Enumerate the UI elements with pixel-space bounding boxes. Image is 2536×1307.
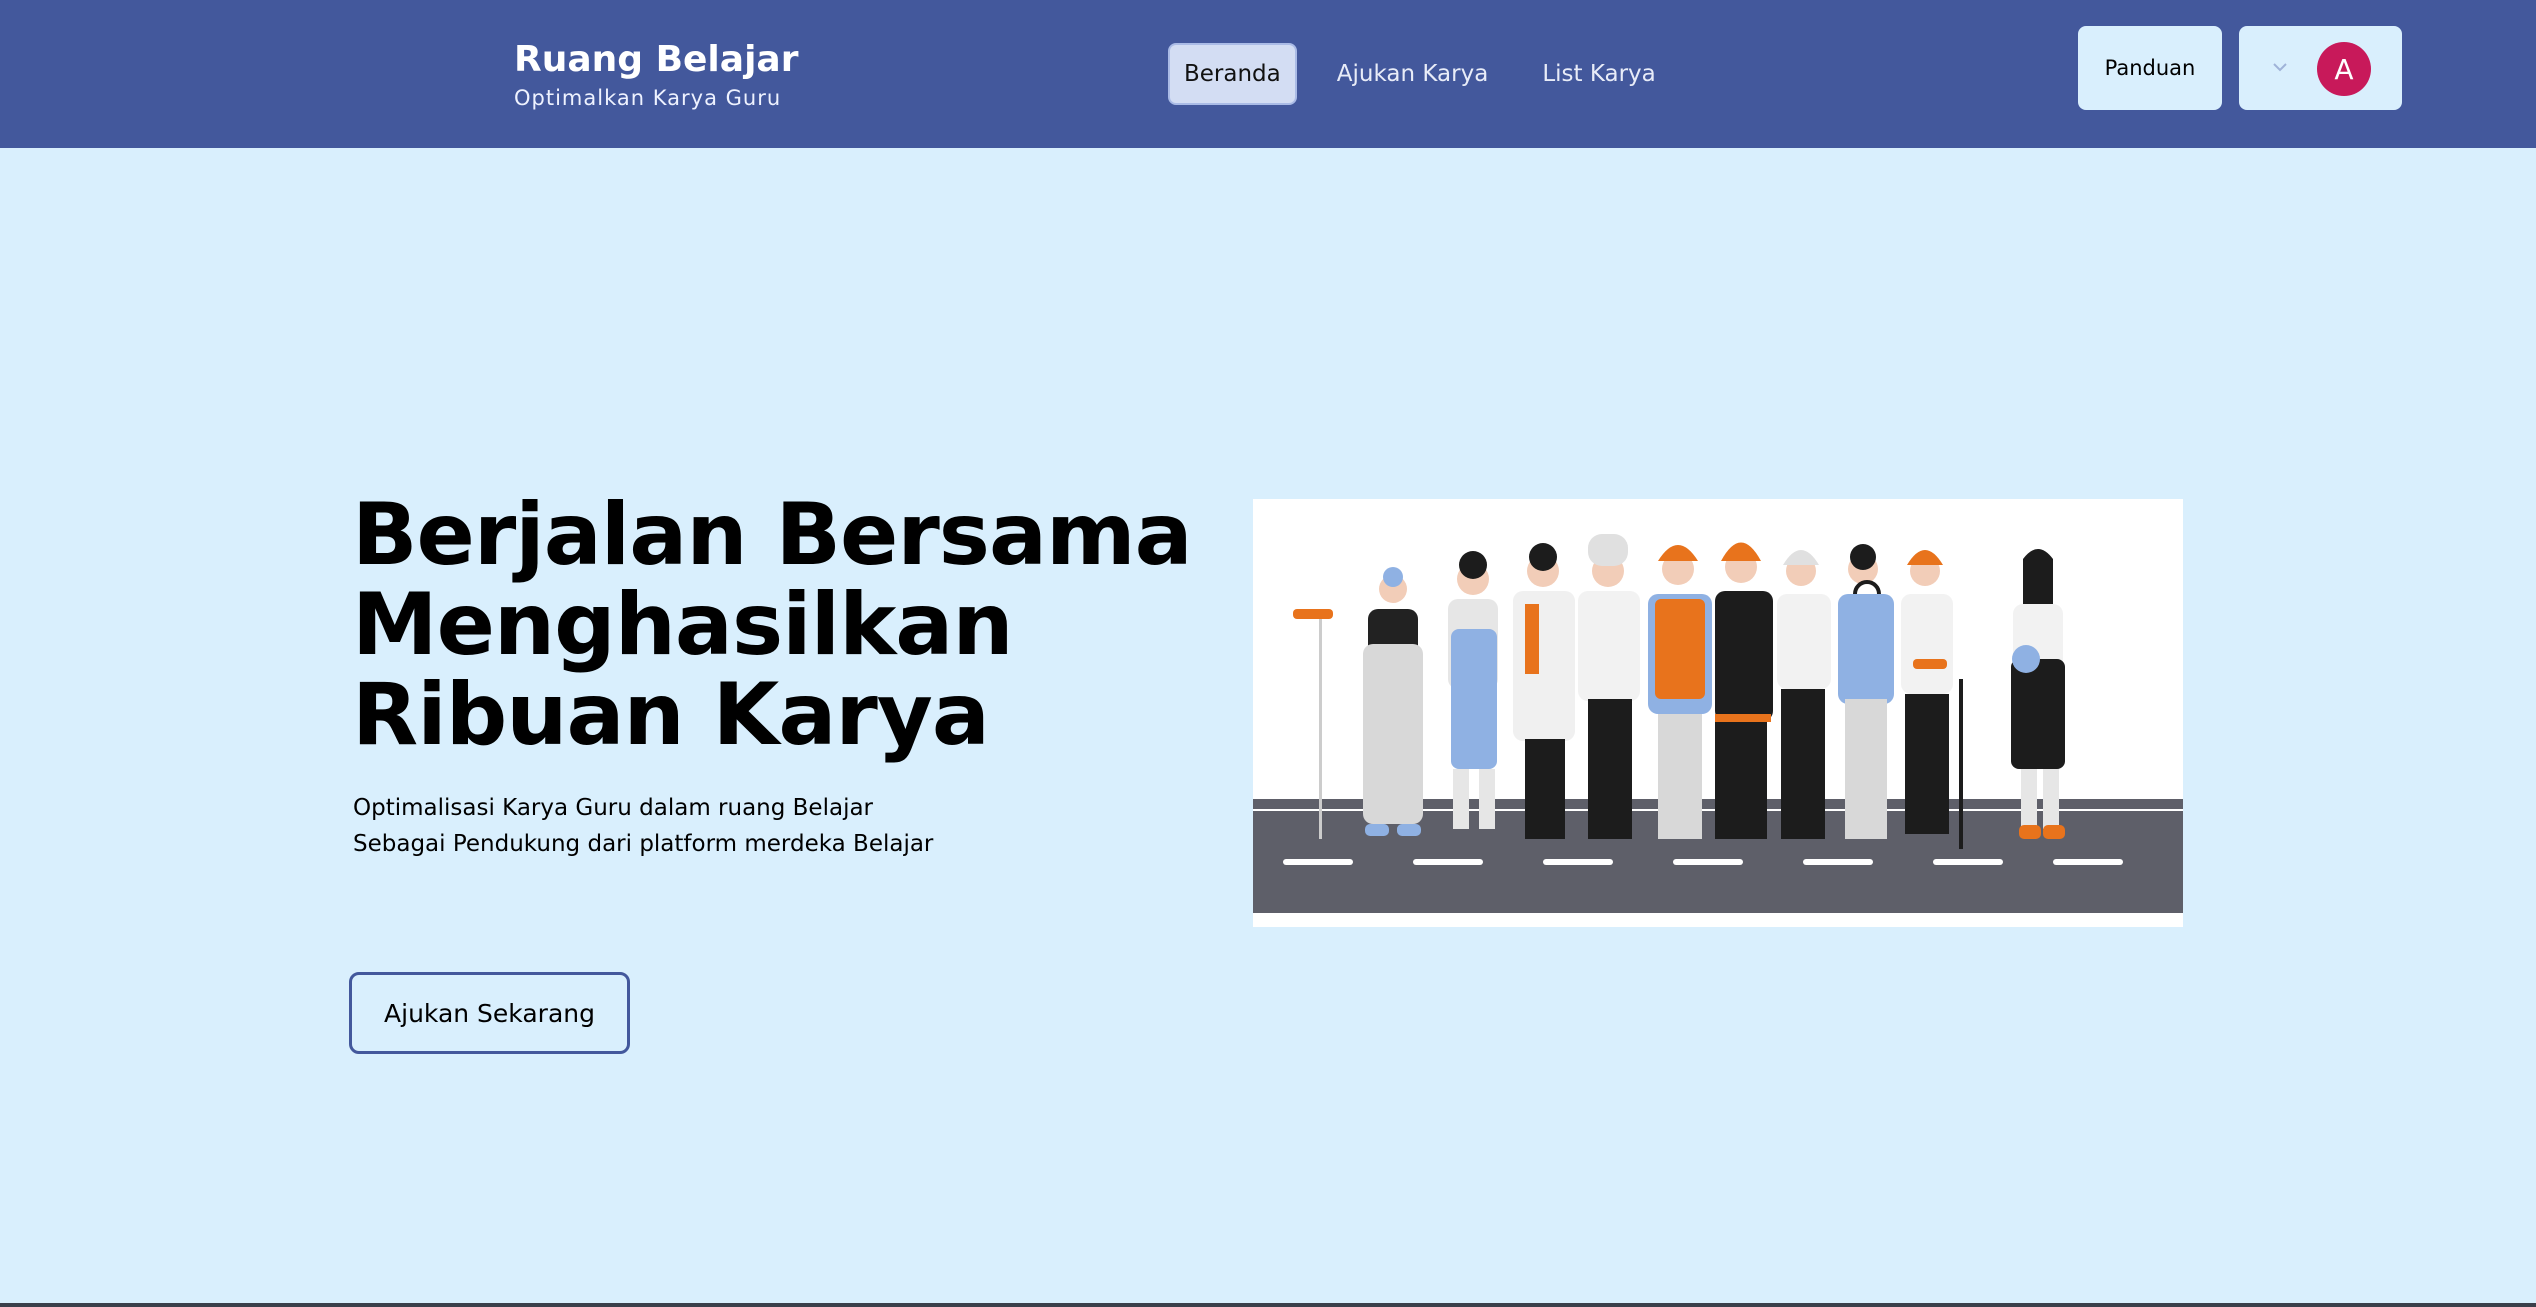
hero-description-line: Sebagai Pendukung dari platform merdeka … xyxy=(353,831,934,857)
brand-title: Ruang Belajar xyxy=(514,39,799,80)
main-nav: Beranda Ajukan Karya List Karya xyxy=(1168,43,1670,105)
hero-title-line: Menghasilkan xyxy=(352,575,1014,675)
workers-illustration xyxy=(1253,499,2183,927)
brand-subtitle: Optimalkan Karya Guru xyxy=(514,86,782,110)
user-menu-button[interactable]: A xyxy=(2239,26,2402,110)
page-bottom-border xyxy=(0,1303,2536,1307)
nav-ajukan-karya[interactable]: Ajukan Karya xyxy=(1323,43,1503,105)
workers-group-illustration xyxy=(1253,534,2183,919)
brand[interactable]: Ruang Belajar Optimalkan Karya Guru xyxy=(514,38,798,112)
guide-button[interactable]: Panduan xyxy=(2078,26,2222,110)
submit-now-button[interactable]: Ajukan Sekarang xyxy=(349,972,630,1054)
nav-list-karya[interactable]: List Karya xyxy=(1528,43,1669,105)
top-navbar: Ruang Belajar Optimalkan Karya Guru Bera… xyxy=(0,0,2536,148)
hero-description-line: Optimalisasi Karya Guru dalam ruang Bela… xyxy=(353,795,874,821)
hero-title-line: Ribuan Karya xyxy=(352,665,990,765)
avatar: A xyxy=(2317,42,2371,96)
hero-title-line: Berjalan Bersama xyxy=(352,485,1193,585)
nav-beranda[interactable]: Beranda xyxy=(1168,43,1297,105)
hero-title: Berjalan Bersama Menghasilkan Ribuan Kar… xyxy=(352,485,1193,765)
hero-description: Optimalisasi Karya Guru dalam ruang Bela… xyxy=(353,790,933,862)
chevron-down-icon xyxy=(2273,63,2287,72)
